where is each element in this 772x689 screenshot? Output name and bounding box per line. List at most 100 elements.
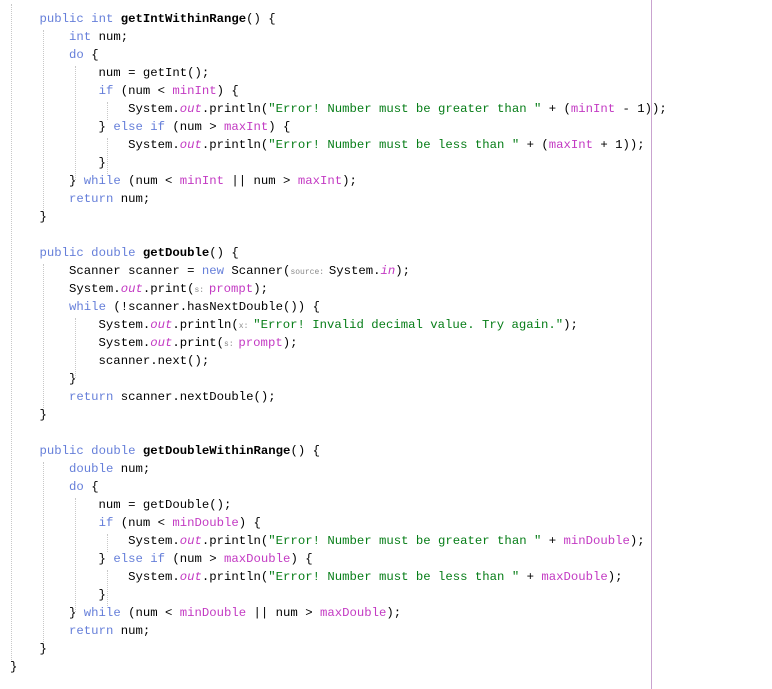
code-line[interactable]: } [10, 406, 47, 424]
code-token: maxInt [297, 174, 343, 188]
code-token: minInt [172, 84, 217, 98]
code-token: "Error! Number must be greater than " [268, 102, 542, 116]
code-token: num = getDouble(); [10, 498, 232, 512]
code-token: "Error! Invalid decimal value. Try again… [253, 318, 564, 332]
code-token: minInt [570, 102, 616, 116]
code-token: (num < [120, 84, 173, 98]
code-line[interactable]: System.out.print(s: prompt); [10, 334, 298, 352]
code-line[interactable]: System.out.println("Error! Number must b… [10, 100, 667, 118]
code-token: System. [10, 138, 180, 152]
code-line[interactable]: double num; [10, 460, 150, 478]
code-token: + ( [541, 102, 571, 116]
code-token: (!scanner.hasNextDouble()) { [113, 300, 320, 314]
code-line[interactable]: public double getDoubleWithinRange() { [10, 442, 320, 460]
code-token: out [179, 102, 202, 116]
code-token: ) { [268, 120, 291, 134]
code-token: out [179, 570, 202, 584]
code-line[interactable]: } else if (num > maxDouble) { [10, 550, 313, 568]
code-line[interactable]: System.out.println("Error! Number must b… [10, 568, 623, 586]
code-token: while [83, 174, 129, 188]
code-token: "Error! Number must be greater than " [268, 534, 542, 548]
code-line[interactable]: if (num < minInt) { [10, 82, 239, 100]
code-token: minDouble [563, 534, 630, 548]
code-line[interactable]: } [10, 208, 47, 226]
code-token: maxDouble [319, 606, 387, 620]
code-token: minDouble [172, 516, 239, 530]
code-line[interactable]: } while (num < minDouble || num > maxDou… [10, 604, 401, 622]
code-line[interactable]: public double getDouble() { [10, 244, 239, 262]
code-token: .println( [201, 534, 269, 548]
code-token: System. [10, 534, 180, 548]
code-token: } [10, 606, 84, 620]
code-token: + [519, 570, 542, 584]
code-token: maxDouble [224, 552, 291, 566]
code-token: else if [113, 552, 173, 566]
code-token: ) { [238, 516, 261, 530]
code-token: int [69, 30, 99, 44]
code-line[interactable]: System.out.println("Error! Number must b… [10, 532, 645, 550]
code-token: .println( [201, 570, 269, 584]
code-line[interactable]: public int getIntWithinRange() { [10, 10, 276, 28]
code-line[interactable]: return num; [10, 622, 150, 640]
code-line[interactable]: } [10, 370, 76, 388]
code-line[interactable]: if (num < minDouble) { [10, 514, 261, 532]
code-token: do [69, 480, 92, 494]
code-token: "Error! Number must be less than " [268, 138, 520, 152]
code-token: ); [342, 174, 357, 188]
code-token: minInt [179, 174, 225, 188]
code-token: } [10, 552, 114, 566]
code-line[interactable]: do { [10, 46, 99, 64]
code-token: ); [607, 570, 623, 584]
code-token: public int [39, 12, 121, 26]
code-token: s: [224, 340, 239, 349]
code-token: out [150, 318, 173, 332]
code-token: ); [282, 336, 298, 350]
code-token: prompt [208, 282, 254, 296]
code-line[interactable]: System.out.print(s: prompt); [10, 280, 268, 298]
code-line[interactable]: } [10, 658, 17, 676]
code-token: () { [290, 444, 320, 458]
code-token: source: [290, 268, 329, 277]
code-editor[interactable]: public int getIntWithinRange() { int num… [0, 0, 772, 689]
code-line[interactable]: } [10, 640, 47, 658]
code-token: } [10, 408, 47, 422]
code-line[interactable]: System.out.println(x: "Error! Invalid de… [10, 316, 578, 334]
code-token: System. [10, 282, 121, 296]
code-line[interactable]: Scanner scanner = new Scanner(source: Sy… [10, 262, 410, 280]
code-token: maxInt [548, 138, 594, 152]
code-token: maxDouble [541, 570, 608, 584]
code-line[interactable]: scanner.next(); [10, 352, 210, 370]
code-token: minDouble [179, 606, 247, 620]
code-line[interactable]: return num; [10, 190, 150, 208]
code-token: + ( [519, 138, 549, 152]
code-token: (num > [172, 120, 225, 134]
code-token: x: [238, 322, 254, 331]
code-line[interactable]: return scanner.nextDouble(); [10, 388, 276, 406]
code-token: } [10, 588, 106, 602]
code-token: out [179, 138, 202, 152]
code-token: } [10, 372, 77, 386]
code-token: (num < [120, 516, 173, 530]
code-line[interactable]: } [10, 154, 106, 172]
code-line[interactable]: } while (num < minInt || num > maxInt); [10, 172, 357, 190]
code-line[interactable]: num = getDouble(); [10, 496, 232, 514]
code-line[interactable]: do { [10, 478, 99, 496]
code-line[interactable]: } else if (num > maxInt) { [10, 118, 291, 136]
code-line[interactable]: System.out.println("Error! Number must b… [10, 136, 645, 154]
code-line[interactable]: while (!scanner.hasNextDouble()) { [10, 298, 320, 316]
code-line[interactable]: int num; [10, 28, 128, 46]
code-token: while [69, 300, 114, 314]
code-token: (num < [128, 174, 180, 188]
code-line[interactable]: } [10, 586, 106, 604]
code-line[interactable]: num = getInt(); [10, 64, 210, 82]
code-token: "Error! Number must be less than " [268, 570, 520, 584]
